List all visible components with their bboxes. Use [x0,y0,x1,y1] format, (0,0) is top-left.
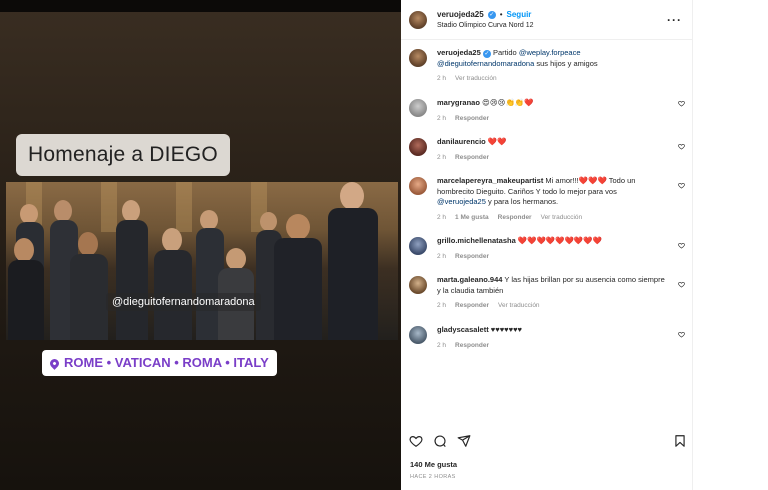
comment-likes[interactable]: 1 Me gusta [455,214,489,221]
comment-emoji: 😍😢😢👏👏❤️ [482,98,534,107]
comment-text: y para los hermanos. [485,197,559,206]
reply-button[interactable]: Responder [455,154,489,161]
comment-username[interactable]: danilaurencio [437,137,486,146]
group-photo [6,182,398,340]
translate-link[interactable]: Ver traducción [498,302,540,309]
translate-link[interactable]: Ver traducción [455,75,497,82]
comment: marta.galeano.944 Y las hijas brillan po… [401,275,693,309]
comment-time: 2 h [437,114,447,122]
verified-badge-icon: ✓ [482,50,491,58]
post-actions [409,434,685,450]
title-sticker: Homenaje a DIEGO [16,134,230,176]
comment: gladyscasalett ♥♥♥♥♥♥♥ 2 h Responder [401,325,693,349]
curtain [101,182,117,232]
comment-like-heart-icon[interactable] [678,331,685,338]
more-horizontal-icon[interactable]: ··· [667,13,682,27]
comment-icon[interactable] [433,434,447,448]
follow-button[interactable]: Seguir [507,10,532,19]
reply-button[interactable]: Responder [455,342,489,349]
comment-time: 2 h [437,302,447,309]
post-media[interactable]: Homenaje a DIEGO @dieguitofernandomarado… [0,0,401,490]
commenter-avatar[interactable] [409,99,427,117]
post-sidebar: veruojeda25 ✓ • Seguir Stadio Olimpico C… [401,0,693,490]
comment-username[interactable]: marcelapereyra_makeupartist [437,176,543,185]
reply-button[interactable]: Responder [498,214,532,221]
caption-username[interactable]: veruojeda25 [437,48,481,57]
share-icon[interactable] [457,434,471,448]
reply-button[interactable]: Responder [455,302,489,309]
comment: grillo.michellenatasha ❤️❤️❤️❤️❤️❤️❤️❤️❤… [401,236,693,260]
author-avatar[interactable] [409,49,427,67]
comment-emoji: ❤️❤️ [487,137,507,146]
comment: danilaurencio ❤️❤️ 2 h Responder [401,137,693,161]
comment-like-heart-icon[interactable] [678,100,685,107]
comment: marcelapereyra_makeupartist Mi amor!!!❤️… [401,176,693,221]
comment-emoji: ♥♥♥♥♥♥♥ [490,325,522,334]
comment-emoji: ❤️❤️❤️❤️❤️❤️❤️❤️❤️ [517,236,602,245]
comment-username[interactable]: gladyscasalett [437,325,489,334]
commenter-avatar[interactable] [409,237,427,255]
caption: veruojeda25 ✓ Partido @weplay.forpeace @… [401,48,693,82]
comment-like-heart-icon[interactable] [678,242,685,249]
mention-sticker[interactable]: @dieguitofernandomaradona [106,293,261,311]
comment-mention[interactable]: @veruojeda25 [437,197,486,206]
location-sticker-label: ROME • VATICAN • ROMA • ITALY [64,355,269,370]
post-age: HACE 2 HORAS [410,474,456,480]
reply-button[interactable]: Responder [455,253,489,260]
post-header: veruojeda25 ✓ • Seguir Stadio Olimpico C… [401,0,692,40]
commenter-avatar[interactable] [409,276,427,294]
comment-like-heart-icon[interactable] [678,281,685,288]
comment-username[interactable]: marta.galeano.944 [437,275,502,284]
author-username[interactable]: veruojeda25 [437,10,484,19]
author-avatar[interactable] [409,10,427,29]
commenter-avatar[interactable] [409,326,427,344]
translate-link[interactable]: Ver traducción [541,214,583,221]
heart-icon[interactable] [409,434,423,448]
commenter-avatar[interactable] [409,138,427,156]
comment-username[interactable]: grillo.michellenatasha [437,236,516,245]
location-sticker[interactable]: ROME • VATICAN • ROMA • ITALY [42,350,277,376]
location-pin-icon [48,356,61,370]
media-top-bar [0,0,401,12]
verified-badge-icon: ✓ [487,10,496,19]
comment-like-heart-icon[interactable] [678,143,685,150]
caption-text: sus hijos y amigos [534,58,598,68]
caption-text: Partido [492,48,519,57]
bookmark-icon[interactable] [673,434,687,448]
comment-time: 2 h [437,341,447,349]
comment-emoji: ❤️❤️❤️ [578,176,607,185]
commenter-avatar[interactable] [409,177,427,195]
caption-mention[interactable]: @dieguitofernandomaradona [437,59,534,68]
comment-time: 2 h [437,213,447,221]
comment-time: 2 h [437,252,447,260]
post-location[interactable]: Stadio Olimpico Curva Nord 12 [437,22,534,29]
comment-username[interactable]: marygranao [437,98,480,107]
likes-count[interactable]: 140 Me gusta [410,460,457,469]
comment-text: Mi amor!!! [545,176,579,185]
comment-time: 2 h [437,153,447,161]
curtain [176,182,192,232]
caption-mention[interactable]: @weplay.forpeace [519,48,581,57]
separator-dot: • [499,10,503,19]
comment: marygranao 😍😢😢👏👏❤️ 2 h Responder [401,98,693,122]
comment-time: 2 h [437,75,447,82]
reply-button[interactable]: Responder [455,115,489,122]
comment-like-heart-icon[interactable] [678,182,685,189]
